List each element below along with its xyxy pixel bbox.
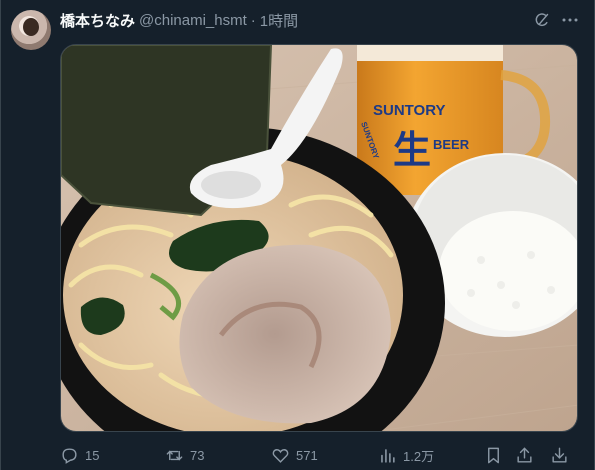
- like-button[interactable]: 571: [271, 444, 318, 466]
- tweet-timestamp[interactable]: 1時間: [260, 10, 298, 31]
- header-separator: ·: [250, 11, 256, 29]
- author-name[interactable]: 橋本ちなみ: [60, 10, 135, 31]
- tweet-card[interactable]: 橋本ちなみ @chinami_hsmt · 1時間 SUNTORY 生 BEER…: [0, 0, 595, 470]
- heart-icon: [272, 448, 289, 463]
- download-button[interactable]: [550, 444, 569, 466]
- beer-brand-text: SUNTORY: [373, 102, 446, 119]
- bookmark-icon: [488, 447, 499, 463]
- tweet-header: 橋本ちなみ @chinami_hsmt · 1時間: [60, 10, 298, 30]
- more-icon: [562, 18, 578, 22]
- grok-button[interactable]: [532, 11, 550, 29]
- repost-count: 73: [190, 447, 205, 463]
- share-button[interactable]: [515, 444, 534, 466]
- bookmark-button[interactable]: [484, 444, 503, 466]
- reply-icon: [62, 447, 77, 464]
- repost-icon: [166, 450, 183, 460]
- grok-icon: [535, 12, 548, 26]
- reply-count: 15: [85, 447, 100, 463]
- tweet-actions: 15 73 571 1.2万: [60, 444, 578, 466]
- download-icon: [552, 447, 567, 463]
- tweet-photo[interactable]: SUNTORY 生 BEER SUNTORY: [60, 44, 578, 432]
- beer-label-beer: BEER: [433, 137, 470, 152]
- views-count: 1.2万: [403, 448, 435, 464]
- views-button[interactable]: 1.2万: [378, 444, 434, 466]
- views-icon: [381, 448, 395, 463]
- beer-label-big: 生: [393, 128, 431, 172]
- repost-button[interactable]: 73: [165, 444, 204, 466]
- more-button[interactable]: [561, 11, 579, 29]
- author-handle[interactable]: @chinami_hsmt: [139, 12, 247, 29]
- avatar[interactable]: [11, 10, 51, 50]
- share-icon: [517, 447, 532, 463]
- reply-button[interactable]: 15: [60, 444, 99, 466]
- like-count: 571: [296, 447, 318, 463]
- ramen-photo: SUNTORY 生 BEER SUNTORY: [61, 45, 577, 431]
